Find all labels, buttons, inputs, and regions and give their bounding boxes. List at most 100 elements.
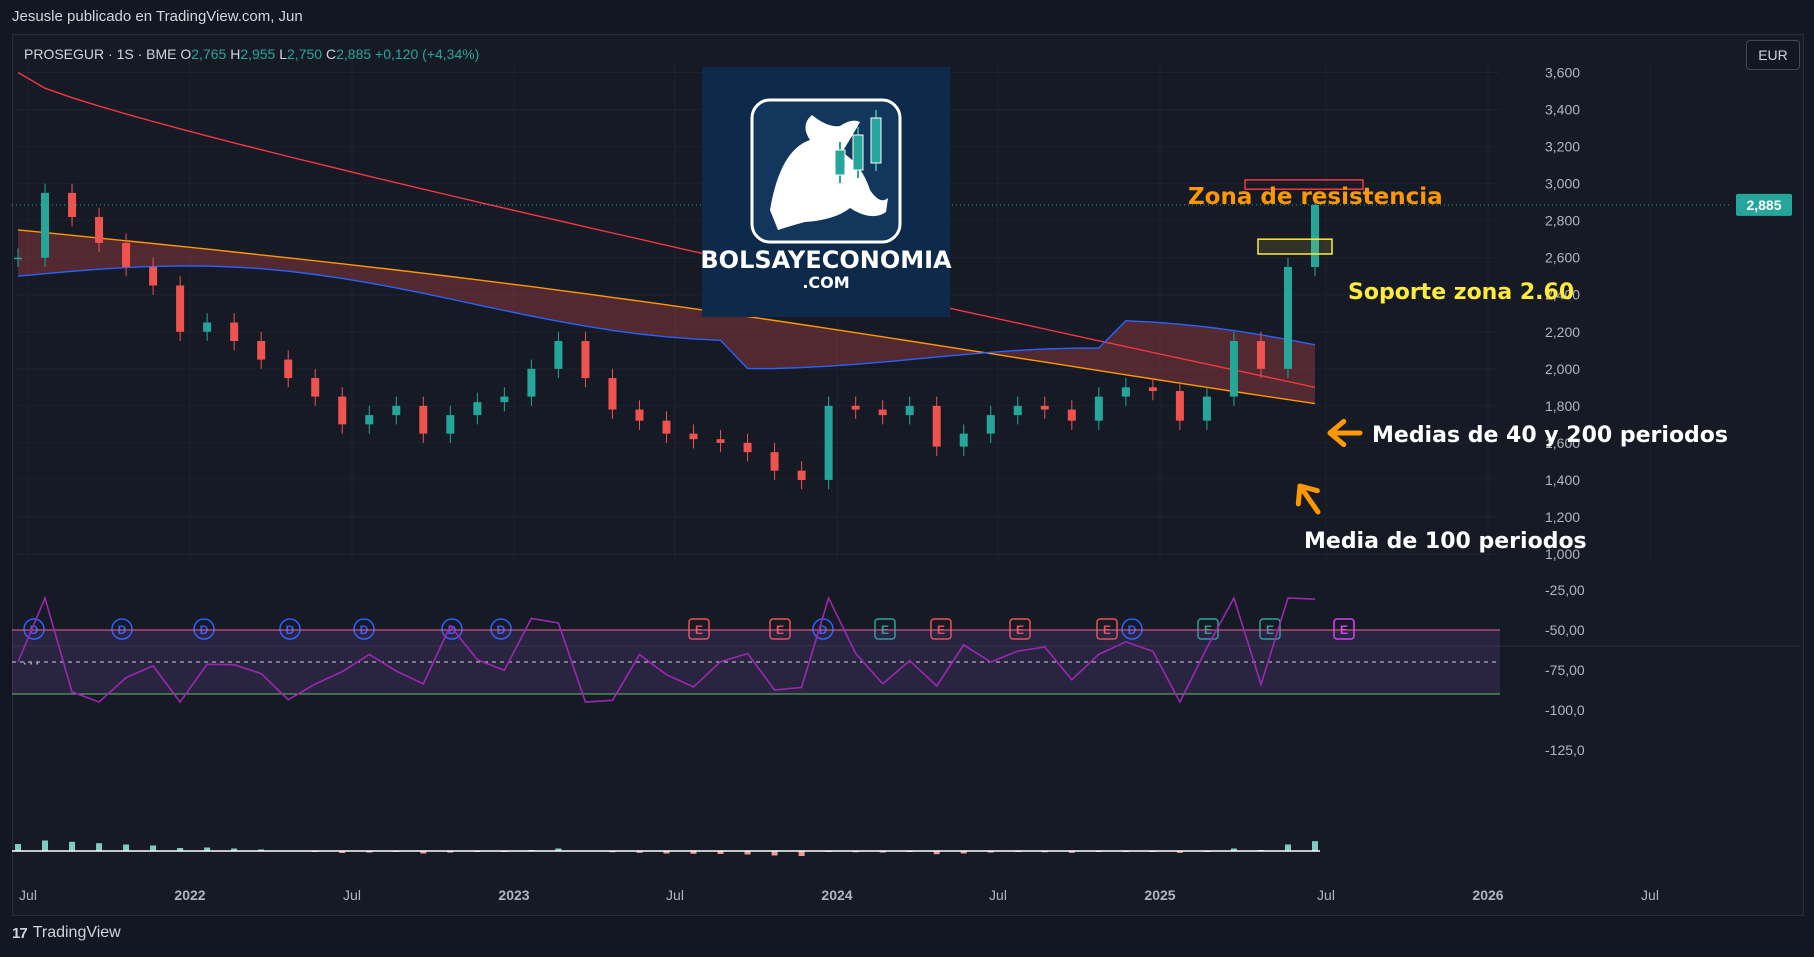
logo-candle-body <box>852 134 864 171</box>
histogram-bar <box>96 843 103 851</box>
candle <box>1283 257 1292 379</box>
price-tick-label: 2,800 <box>1545 213 1580 229</box>
candle-body <box>1040 405 1049 410</box>
candle <box>770 442 779 480</box>
candle <box>689 424 698 449</box>
ma-cloud-fill <box>18 229 1315 404</box>
logo-candle-body <box>870 117 882 164</box>
candle <box>824 396 833 490</box>
legend-open-label: O <box>180 46 192 62</box>
price-tick-label: 2,000 <box>1545 361 1580 377</box>
candle-body <box>581 341 590 379</box>
candle-body <box>311 378 320 397</box>
candle-body <box>122 242 131 267</box>
x-tick-label: Jul <box>343 887 361 903</box>
candle <box>419 396 428 443</box>
candle <box>230 313 239 351</box>
candle <box>1175 381 1184 430</box>
candle-body <box>230 322 239 342</box>
candle-body <box>1067 409 1076 421</box>
candle <box>284 350 293 388</box>
price-tick-label: 2,600 <box>1545 250 1580 266</box>
candle-body <box>338 396 347 425</box>
candle-body <box>959 433 968 447</box>
candle <box>257 331 266 369</box>
candle-body <box>1202 396 1211 421</box>
candle-body <box>689 433 698 440</box>
candle <box>392 396 401 425</box>
candle <box>1229 331 1238 406</box>
candle <box>1148 378 1157 401</box>
candle <box>1121 378 1130 406</box>
x-tick-label: Jul <box>1317 887 1335 903</box>
candle-body <box>770 452 779 471</box>
candle-body <box>203 322 212 332</box>
candle <box>1202 387 1211 430</box>
candle-body <box>1094 396 1103 421</box>
candle-body <box>1311 204 1319 267</box>
candle-body <box>554 341 563 369</box>
x-tick-label: Jul <box>1641 887 1659 903</box>
candle-body <box>284 359 293 379</box>
footer-brand-label: TradingView <box>32 924 121 941</box>
resistance-annotation: Zona de resistencia <box>1188 184 1443 210</box>
candle-body <box>878 409 887 416</box>
candle <box>662 411 671 443</box>
oscillator-tick-label: -100,0 <box>1545 702 1585 718</box>
candle <box>716 429 725 453</box>
histogram-bar <box>1284 844 1291 851</box>
legend-close-label: C <box>325 46 337 62</box>
candle-body <box>500 396 509 403</box>
oscillator-tick-label: -25,00 <box>1545 582 1585 598</box>
indicator-menu-button[interactable]: ··· <box>22 655 41 673</box>
candle <box>797 461 806 490</box>
oscillator-tick-label: -125,0 <box>1545 742 1585 758</box>
candle-body <box>851 405 860 410</box>
logo-title: BOLSAYECONOMIA <box>700 246 952 274</box>
price-tick-label: 3,000 <box>1545 176 1580 192</box>
candle <box>986 405 995 443</box>
candle <box>851 396 860 419</box>
candle <box>446 405 455 443</box>
oscillator-tick-label: -50,00 <box>1545 622 1585 638</box>
footer-brand[interactable]: 17 TradingView <box>12 924 121 942</box>
candle-body <box>1283 266 1292 369</box>
candle-body <box>392 405 401 416</box>
candle-body <box>1013 405 1022 416</box>
price-tick-label: 3,600 <box>1545 65 1580 81</box>
candle <box>581 331 590 388</box>
candle-body <box>608 378 617 410</box>
legend-low: 2,750 <box>287 46 323 62</box>
price-tick-label: 3,200 <box>1545 139 1580 155</box>
candlestick-chart[interactable]: 3,6003,4003,2003,0002,8002,6002,4002,200… <box>0 0 1814 957</box>
currency-button[interactable]: EUR <box>1746 40 1800 70</box>
candle-body <box>176 285 185 332</box>
candle <box>311 368 320 406</box>
candle-body <box>419 405 428 434</box>
legend-low-label: L <box>279 46 288 62</box>
candle <box>365 405 374 434</box>
histogram-bar <box>150 845 157 851</box>
candle <box>878 400 887 425</box>
candle <box>1040 396 1049 419</box>
candle-body <box>662 420 671 434</box>
candle <box>635 400 644 430</box>
candle <box>338 387 347 434</box>
logo-candle-body <box>834 149 846 176</box>
candle-body <box>149 266 158 286</box>
bolsayeconomia-logo: BOLSAYECONOMIA.COM <box>700 67 952 317</box>
legend-high: 2,955 <box>240 46 276 62</box>
candle-body <box>527 368 536 397</box>
price-tick-label: 1,200 <box>1545 509 1580 525</box>
support-annotation: Soporte zona 2.60 <box>1348 280 1574 305</box>
x-tick-label: 2022 <box>174 887 205 903</box>
candle <box>500 387 509 412</box>
candle-body <box>932 405 941 447</box>
symbol-legend[interactable]: PROSEGUR · 1S · BME O2,765 H2,955 L2,750… <box>24 46 479 62</box>
histogram-bar <box>1312 841 1318 851</box>
candle-body <box>1256 341 1265 369</box>
candle-body <box>1229 341 1238 397</box>
candle-body <box>797 470 806 480</box>
logo-subtitle: .COM <box>802 273 849 292</box>
legend-high-label: H <box>230 46 241 62</box>
